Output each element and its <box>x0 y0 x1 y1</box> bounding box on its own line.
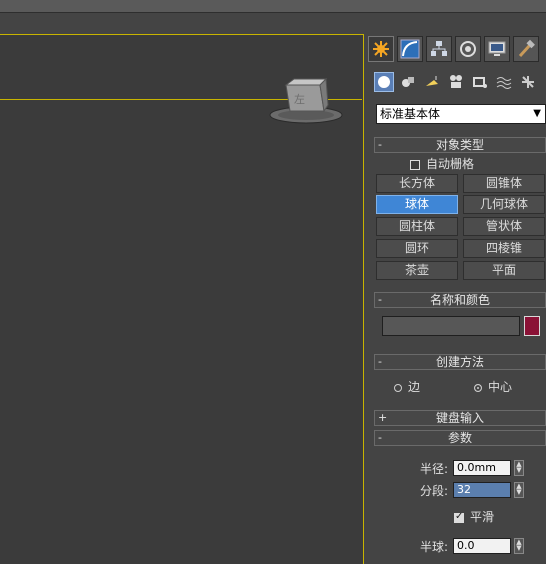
motion-tab[interactable] <box>455 36 481 62</box>
viewcube-face-label: 左 <box>294 93 305 106</box>
perspective-viewport[interactable]: 左 <box>0 34 364 564</box>
category-dropdown-value: 标准基本体 <box>380 107 441 121</box>
keyboard-entry-rollout-header[interactable]: + 键盘输入 <box>374 410 546 426</box>
smooth-checkbox-row[interactable]: 平滑 <box>454 508 494 525</box>
hierarchy-tab[interactable] <box>426 36 452 62</box>
smooth-checkbox[interactable] <box>454 511 464 523</box>
parameters-title: 参数 <box>447 431 472 445</box>
sphere-button[interactable]: 球体 <box>376 195 458 214</box>
lights-icon[interactable] <box>422 72 442 92</box>
center-radio-label: 中心 <box>488 380 513 394</box>
creation-method-title: 创建方法 <box>435 355 484 369</box>
autogrid-checkbox[interactable] <box>410 159 420 170</box>
expand-icon: + <box>378 411 388 424</box>
object-type-rollout-header[interactable]: - 对象类型 <box>374 137 546 153</box>
radius-input[interactable]: 0.0mm <box>453 460 511 476</box>
segments-input[interactable]: 32 <box>453 482 511 498</box>
geometry-icon[interactable] <box>374 72 394 92</box>
autogrid-checkbox-row[interactable]: 自动栅格 <box>410 155 474 172</box>
segments-label: 分段: <box>420 484 449 498</box>
edge-radio[interactable] <box>394 383 402 392</box>
motion-icon <box>460 41 476 57</box>
viewcube[interactable]: 左 <box>268 75 348 127</box>
command-tabs <box>366 36 546 62</box>
box-button[interactable]: 长方体 <box>376 174 458 193</box>
top-toolbar <box>0 0 546 13</box>
cameras-icon[interactable] <box>446 72 466 92</box>
name-color-rollout-header[interactable]: - 名称和颜色 <box>374 292 546 308</box>
segments-spinner[interactable]: ▲ ▼ <box>514 482 524 498</box>
cone-button[interactable]: 圆锥体 <box>463 174 545 193</box>
autogrid-label: 自动栅格 <box>426 157 475 171</box>
parameters-rollout-header[interactable]: - 参数 <box>374 430 546 446</box>
object-name-field[interactable] <box>382 316 520 336</box>
creation-method-rollout-header[interactable]: - 创建方法 <box>374 354 546 370</box>
geosphere-button[interactable]: 几何球体 <box>463 195 545 214</box>
torus-button[interactable]: 圆环 <box>376 239 458 258</box>
collapse-icon: - <box>378 138 382 151</box>
pyramid-button[interactable]: 四棱锥 <box>463 239 545 258</box>
systems-icon[interactable] <box>518 72 538 92</box>
utilities-hammer-icon <box>518 39 535 58</box>
collapse-icon: - <box>378 293 382 306</box>
utilities-tab[interactable] <box>513 36 539 62</box>
display-monitor-icon <box>488 41 506 56</box>
keyboard-entry-title: 键盘输入 <box>435 411 484 425</box>
cylinder-button[interactable]: 圆柱体 <box>376 217 458 236</box>
center-radio[interactable] <box>474 383 482 392</box>
edge-radio-label: 边 <box>408 380 421 394</box>
collapse-icon: - <box>378 355 382 368</box>
spacewarps-icon[interactable] <box>494 72 514 92</box>
hemisphere-input[interactable]: 0.0 <box>453 538 511 554</box>
object-type-title: 对象类型 <box>435 138 484 152</box>
command-panel: 标准基本体 ▼ - 对象类型 自动栅格 长方体 圆锥体 球体 几何球体 圆柱体 … <box>366 34 546 564</box>
create-tab[interactable] <box>368 36 394 62</box>
radius-spinner[interactable]: ▲ ▼ <box>514 460 524 476</box>
collapse-icon: - <box>378 431 382 444</box>
plane-button[interactable]: 平面 <box>463 261 545 280</box>
viewcube-icon: 左 <box>269 77 343 124</box>
modify-tab[interactable] <box>397 36 423 62</box>
edge-radio-option[interactable]: 边 <box>394 380 420 394</box>
center-radio-option[interactable]: 中心 <box>474 378 512 395</box>
category-dropdown[interactable]: 标准基本体 ▼ <box>376 104 546 124</box>
helpers-icon[interactable] <box>470 72 490 92</box>
teapot-button[interactable]: 茶壶 <box>376 261 458 280</box>
radius-label: 半径: <box>420 462 449 476</box>
create-subcategory-icons <box>374 70 546 94</box>
create-star-icon <box>373 41 389 57</box>
tube-button[interactable]: 管状体 <box>463 217 545 236</box>
shapes-icon[interactable] <box>398 72 418 92</box>
chevron-down-icon: ▼ <box>533 108 541 119</box>
display-tab[interactable] <box>484 36 510 62</box>
hemisphere-label: 半球: <box>420 540 449 554</box>
creation-method-options: 边 中心 <box>394 378 544 396</box>
object-color-swatch[interactable] <box>524 316 540 336</box>
hemisphere-spinner[interactable]: ▲ ▼ <box>514 538 524 554</box>
smooth-label: 平滑 <box>470 510 495 524</box>
hierarchy-icon <box>431 41 447 56</box>
modify-curve-icon <box>400 39 420 59</box>
name-color-title: 名称和颜色 <box>429 293 490 307</box>
